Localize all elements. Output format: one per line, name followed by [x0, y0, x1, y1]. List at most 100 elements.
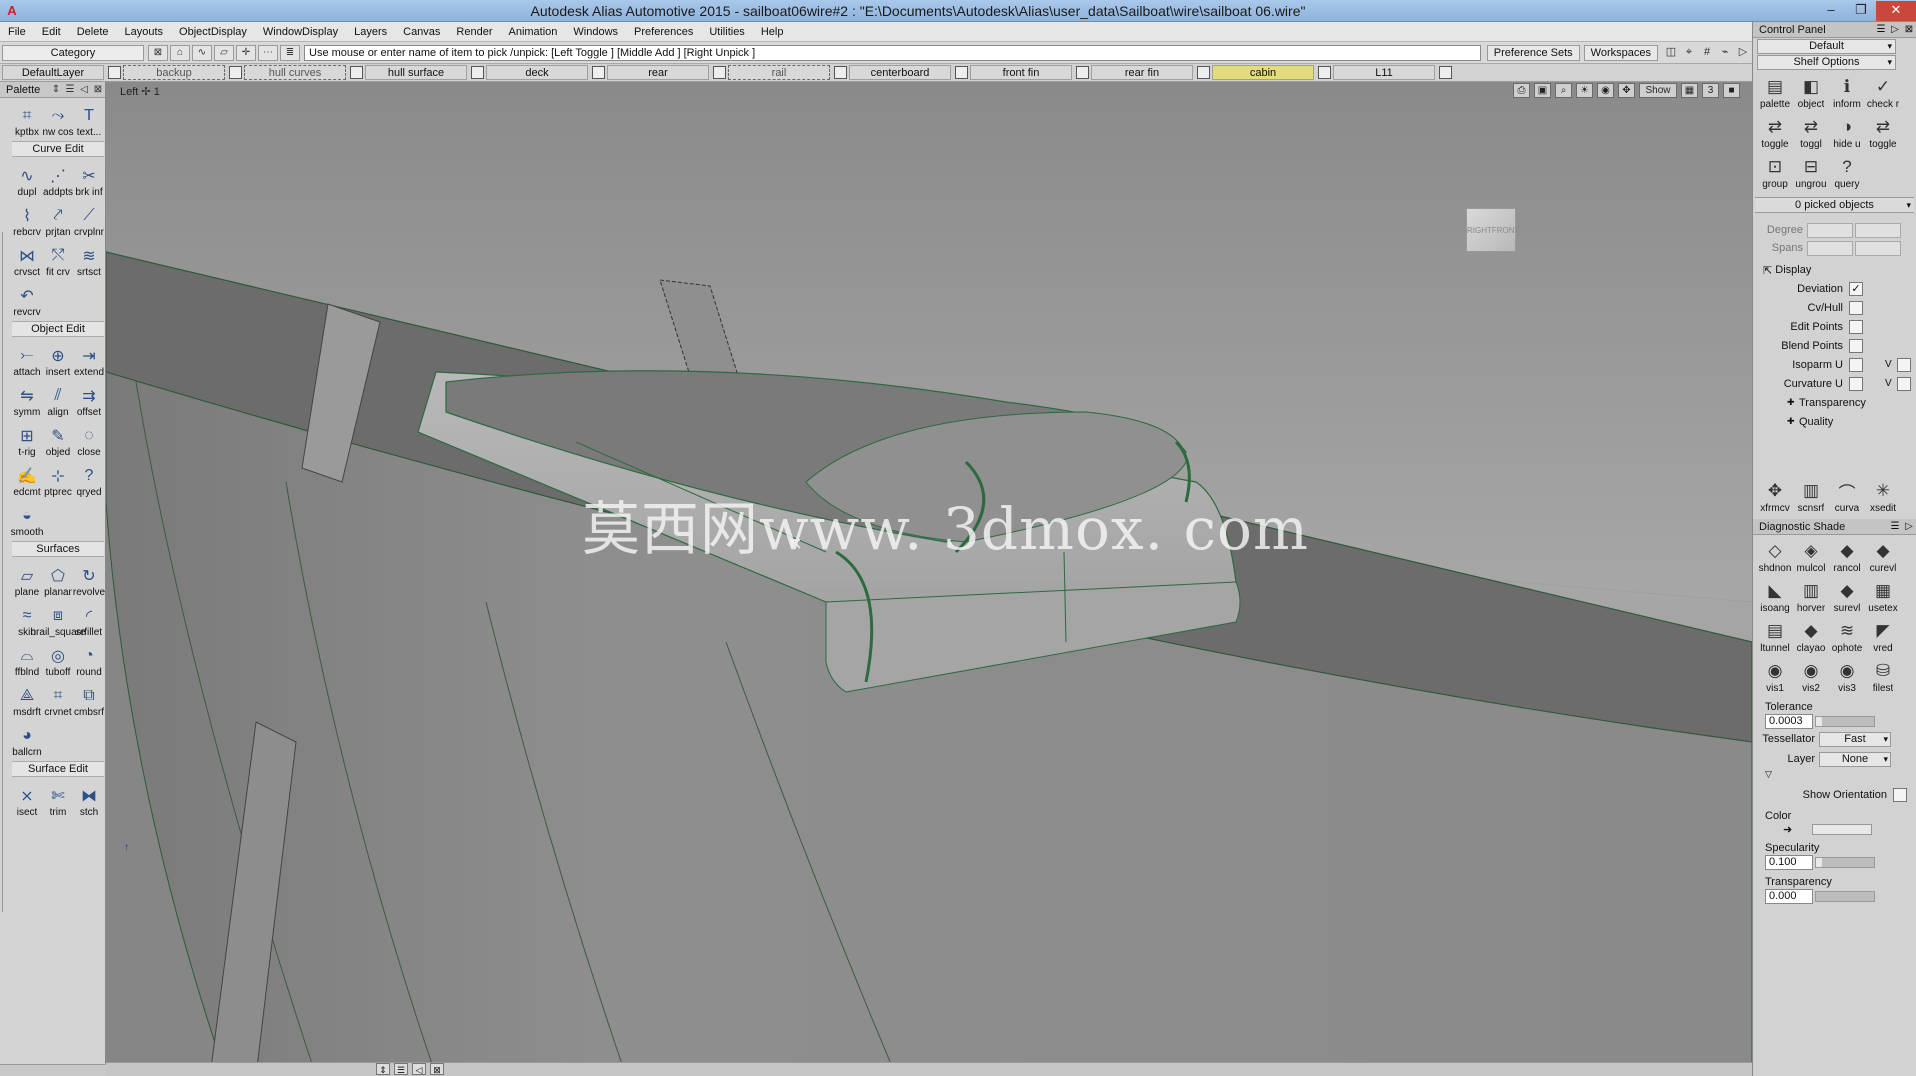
tool-plane[interactable]: ▱ plane	[12, 559, 42, 599]
layer-name[interactable]: rear fin	[1091, 65, 1193, 80]
tool-offset[interactable]: ⇉ offset	[74, 379, 104, 419]
layer-visibility-checkbox[interactable]	[834, 66, 847, 79]
tool-ungrou[interactable]: ⊟ ungrou	[1793, 151, 1829, 191]
modeling-viewport[interactable]: Left ✢ 1 ⎙ ▣ ⌕ ☀ ◉ ✥ Show ▦ 3 ■ RIGHT FR…	[106, 82, 1752, 1076]
zoom-icon[interactable]: ⌕	[1555, 83, 1572, 98]
pick-surface-icon[interactable]: ▱	[214, 44, 234, 61]
color-arrow-icon[interactable]: ➜	[1783, 823, 1792, 836]
layer-name[interactable]: centerboard	[849, 65, 951, 80]
palette-section-surfaces[interactable]: Surfaces	[12, 541, 104, 557]
cp-expand-icon[interactable]: ▷	[1888, 24, 1902, 35]
layer-rail[interactable]: rail	[728, 65, 847, 80]
degree-field[interactable]	[1807, 222, 1853, 238]
layer-visibility-checkbox[interactable]	[1197, 66, 1210, 79]
quality-subsection[interactable]: ✚ Quality	[1787, 412, 1916, 431]
picked-objects-dropdown[interactable]: 0 picked objects	[1755, 197, 1914, 213]
layer-visibility-checkbox[interactable]	[713, 66, 726, 79]
menu-layouts[interactable]: Layouts	[117, 26, 172, 38]
layer-visibility-checkbox[interactable]	[108, 66, 121, 79]
layout-icon[interactable]: ◫	[1662, 45, 1680, 61]
layer-hull-curves[interactable]: hull curves	[244, 65, 363, 80]
layer-rear-fin[interactable]: rear fin	[1091, 65, 1210, 80]
move-icon[interactable]: ✥	[1618, 83, 1635, 98]
ds-menu-icon[interactable]: ☰	[1888, 521, 1902, 532]
show-button[interactable]: Show	[1639, 83, 1677, 98]
pick-object-icon[interactable]: ⌂	[170, 44, 190, 61]
maximize-viewport-icon[interactable]: ■	[1723, 83, 1740, 98]
layer-name[interactable]: front fin	[970, 65, 1072, 80]
ds-expand-icon[interactable]: ▷	[1902, 521, 1916, 532]
shelf-options-dropdown[interactable]: Shelf Options	[1757, 55, 1896, 70]
tool-group[interactable]: ⊡ group	[1757, 151, 1793, 191]
layer-visibility-checkbox[interactable]	[955, 66, 968, 79]
display-checkbox[interactable]	[1849, 357, 1863, 372]
menu-edit[interactable]: Edit	[34, 26, 69, 38]
tool-t-rig[interactable]: ⊞ t-rig	[12, 419, 42, 459]
bottom-collapse-icon[interactable]: ◁	[412, 1063, 426, 1075]
tool-crvsct[interactable]: ⋈ crvsct	[12, 239, 42, 279]
layer-name[interactable]: hull curves	[244, 65, 346, 80]
layer-name[interactable]: DefaultLayer	[2, 65, 104, 80]
tool-brk-inf[interactable]: ✂ brk inf	[74, 159, 104, 199]
tool-dupl[interactable]: ∿ dupl	[12, 159, 42, 199]
grid-snap-icon[interactable]: #	[1698, 45, 1716, 61]
display-collapse-icon[interactable]: ⇱	[1763, 264, 1775, 277]
tool-query[interactable]: ? query	[1829, 151, 1865, 191]
layer-defaultlayer[interactable]: DefaultLayer	[2, 65, 121, 80]
tool-vis1[interactable]: ◉ vis1	[1757, 655, 1793, 695]
quality-expand-icon[interactable]: ✚	[1787, 416, 1799, 427]
tool-srtsct[interactable]: ≋ srtsct	[74, 239, 104, 279]
tool-prjtan[interactable]: ⤤ prjtan	[43, 199, 73, 239]
tool-msdrft[interactable]: ⟁ msdrft	[12, 679, 42, 719]
tool-qryed[interactable]: ? qryed	[74, 459, 104, 499]
tool-attach[interactable]: ⤚ attach	[12, 339, 42, 379]
layer-centerboard[interactable]: centerboard	[849, 65, 968, 80]
close-button[interactable]: ✕	[1876, 0, 1916, 21]
tool-rancol[interactable]: ◆ rancol	[1829, 535, 1865, 575]
display-checkbox[interactable]	[1849, 319, 1863, 334]
tool-symm[interactable]: ⇋ symm	[12, 379, 42, 419]
tool-isoang[interactable]: ◣ isoang	[1757, 575, 1793, 615]
tessellator-dropdown[interactable]: Fast	[1819, 731, 1891, 747]
layer-l11[interactable]: L11	[1333, 65, 1452, 80]
tool-curevl[interactable]: ◆ curevl	[1865, 535, 1901, 575]
transparency-slider[interactable]	[1815, 891, 1875, 902]
tool-extend[interactable]: ⇥ extend	[74, 339, 104, 379]
tool-planar[interactable]: ⬠ planar	[43, 559, 73, 599]
tool-palette[interactable]: ▤ palette	[1757, 71, 1793, 111]
display-checkbox-v[interactable]	[1897, 376, 1911, 391]
menu-animation[interactable]: Animation	[501, 26, 566, 38]
tolerance-value[interactable]: 0.0003	[1765, 714, 1813, 729]
tool-smooth[interactable]: ◒ smooth	[11, 499, 44, 539]
menu-preferences[interactable]: Preferences	[626, 26, 701, 38]
tool-round[interactable]: ◔ round	[74, 639, 104, 679]
specularity-slider[interactable]	[1815, 857, 1875, 868]
tool-tuboff[interactable]: ◎ tuboff	[43, 639, 73, 679]
layer-visibility-checkbox[interactable]	[471, 66, 484, 79]
layer-front-fin[interactable]: front fin	[970, 65, 1089, 80]
display-checkbox[interactable]: ✓	[1849, 281, 1863, 296]
menu-render[interactable]: Render	[448, 26, 500, 38]
tool-curva[interactable]: ⌒ curva	[1829, 475, 1865, 515]
tool-close[interactable]: ◌ close	[74, 419, 104, 459]
viewcube[interactable]: RIGHT FRONT	[1460, 200, 1519, 256]
prompt-history-icon[interactable]: ≣	[280, 44, 300, 61]
tool-rebcrv[interactable]: ⌇ rebcrv	[12, 199, 42, 239]
layer-name[interactable]: deck	[486, 65, 588, 80]
menu-windows[interactable]: Windows	[565, 26, 626, 38]
workspaces-button[interactable]: Workspaces	[1583, 44, 1658, 61]
layer-visibility-checkbox[interactable]	[1318, 66, 1331, 79]
layer-name[interactable]: backup	[123, 65, 225, 80]
palette-section-curve-edit[interactable]: Curve Edit	[12, 141, 104, 157]
tool-scnsrf[interactable]: ▥ scnsrf	[1793, 475, 1829, 515]
cp-menu-icon[interactable]: ☰	[1874, 24, 1888, 35]
menu-file[interactable]: File	[0, 26, 34, 38]
palette-section-surface-edit[interactable]: Surface Edit	[12, 761, 104, 777]
tolerance-slider[interactable]	[1815, 716, 1875, 727]
menu-delete[interactable]: Delete	[69, 26, 117, 38]
tool-stch[interactable]: ⧓ stch	[74, 779, 104, 819]
layer-backup[interactable]: backup	[123, 65, 242, 80]
preset-dropdown[interactable]: Default	[1757, 39, 1896, 54]
layer-name[interactable]: L11	[1333, 65, 1435, 80]
tool-vis2[interactable]: ◉ vis2	[1793, 655, 1829, 695]
